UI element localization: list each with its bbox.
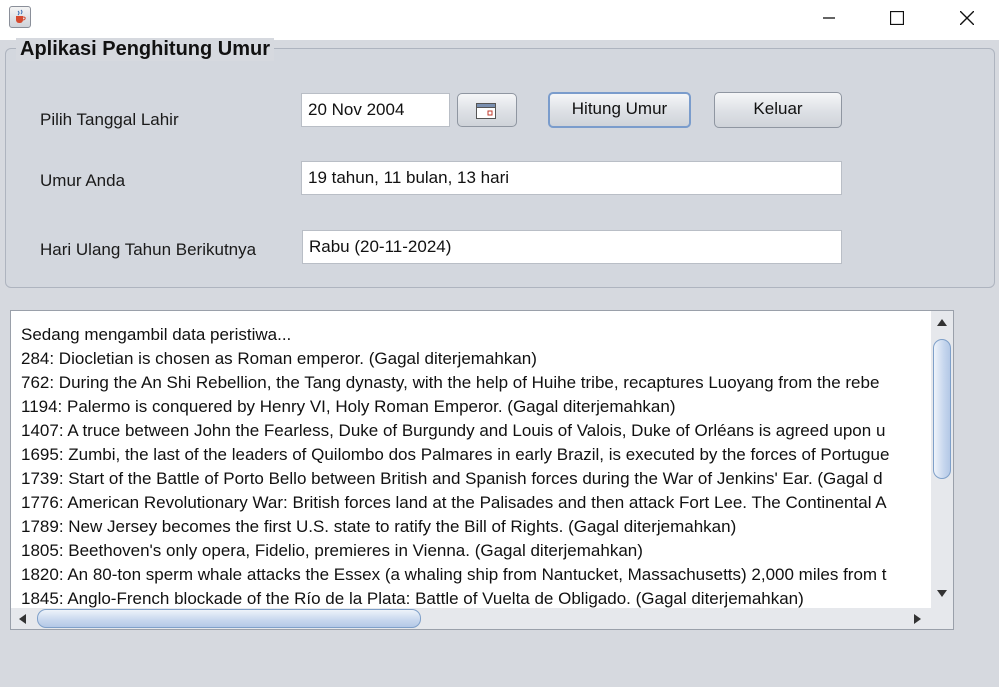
events-scroll-pane: Sedang mengambil data peristiwa... 284: … [10,310,954,630]
arrow-down-icon [937,590,947,597]
birthdate-label: Pilih Tanggal Lahir [40,110,179,129]
event-line: 1805: Beethoven's only opera, Fidelio, p… [21,541,643,560]
scroll-left-button[interactable] [13,609,33,629]
event-line: 1789: New Jersey becomes the first U.S. … [21,517,737,536]
close-button[interactable] [942,0,992,36]
scroll-down-button[interactable] [932,583,952,603]
horizontal-scrollbar[interactable] [11,608,931,629]
minimize-icon [823,17,835,19]
age-result-field[interactable]: 19 tahun, 11 bulan, 13 hari [301,161,842,195]
scroll-up-button[interactable] [932,313,952,333]
calendar-icon [476,103,496,119]
next-birthday-label: Hari Ulang Tahun Berikutnya [40,240,257,259]
events-text-area[interactable]: Sedang mengambil data peristiwa... 284: … [11,311,931,608]
event-line: 1739: Start of the Battle of Porto Bello… [21,469,883,488]
arrow-right-icon [914,614,921,624]
event-line: Sedang mengambil data peristiwa... [21,325,292,344]
vertical-scrollbar[interactable] [931,311,953,608]
scroll-right-button[interactable] [907,609,927,629]
event-line: 1194: Palermo is conquered by Henry VI, … [21,397,676,416]
maximize-button[interactable] [872,0,922,36]
event-line: 284: Diocletian is chosen as Roman emper… [21,349,537,368]
birthdate-field[interactable]: 20 Nov 2004 [301,93,450,127]
title-bar [0,0,999,40]
event-line: 1776: American Revolutionary War: Britis… [21,493,887,512]
event-line: 1407: A truce between John the Fearless,… [21,421,886,440]
event-line: 1820: An 80-ton sperm whale attacks the … [21,565,887,584]
calculate-age-button[interactable]: Hitung Umur [548,92,691,128]
java-cup-icon[interactable] [9,6,31,28]
group-title: Aplikasi Penghitung Umur [16,38,275,61]
minimize-button[interactable] [804,0,854,36]
close-icon [960,11,974,25]
arrow-up-icon [937,319,947,326]
exit-button[interactable]: Keluar [714,92,842,128]
event-line: 1695: Zumbi, the last of the leaders of … [21,445,890,464]
scrollbar-corner [931,608,953,629]
vertical-scroll-thumb[interactable] [933,339,951,479]
age-label: Umur Anda [40,171,126,190]
calendar-button[interactable] [457,93,517,127]
horizontal-scroll-thumb[interactable] [37,609,421,628]
maximize-icon [890,11,904,25]
event-line: 1845: Anglo-French blockade of the Río d… [21,589,804,608]
arrow-left-icon [19,614,26,624]
next-birthday-field[interactable]: Rabu (20-11-2024) [302,230,842,264]
event-line: 762: During the An Shi Rebellion, the Ta… [21,373,880,392]
